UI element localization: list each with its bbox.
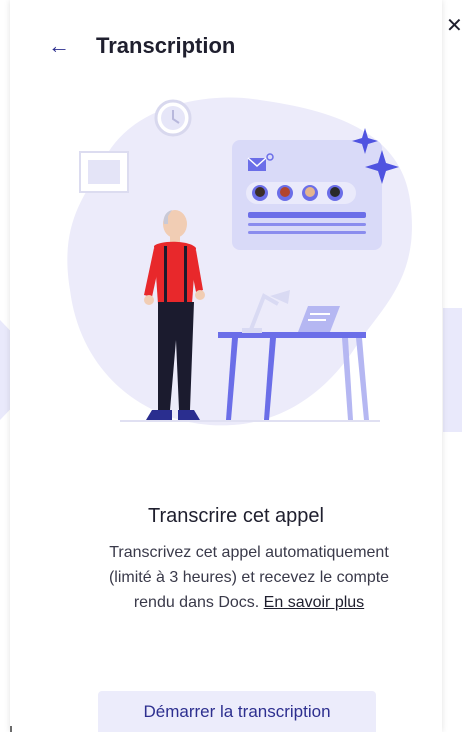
start-transcription-button[interactable]: Démarrer la transcription	[98, 691, 376, 732]
panel-edge	[10, 726, 12, 732]
transcription-illustration	[67, 97, 412, 426]
learn-more-link[interactable]: En savoir plus	[264, 594, 365, 611]
panel-title: Transcription	[96, 33, 236, 58]
arrow-left-icon[interactable]: ←	[48, 35, 74, 57]
close-icon[interactable]: ✕	[446, 16, 462, 36]
panel-header: ← Transcription	[48, 28, 235, 64]
transcribe-description: Transcrivez cet appel automatiquement (l…	[104, 540, 394, 615]
transcribe-heading: Transcrire cet appel	[148, 505, 324, 527]
background-shape-right	[443, 308, 462, 432]
